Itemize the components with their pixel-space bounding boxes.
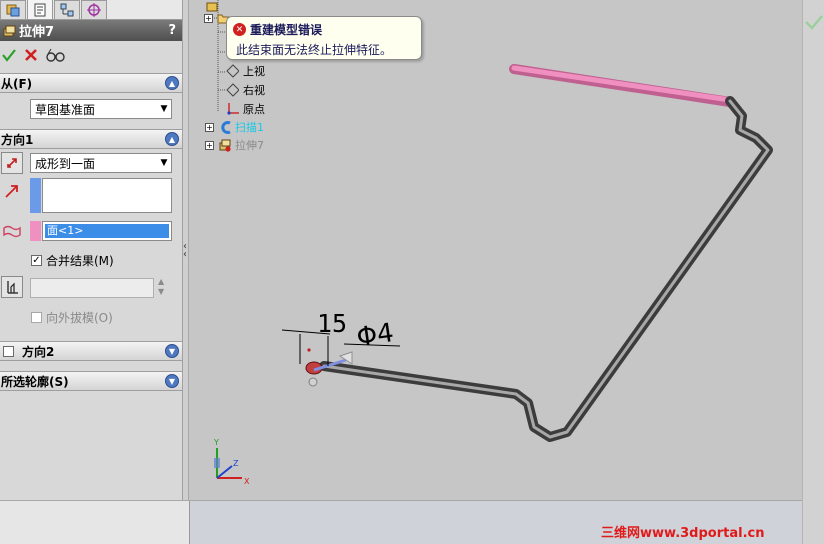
chevron-down-icon[interactable]: ▼ — [165, 344, 179, 358]
error-icon: ✕ — [233, 23, 246, 36]
triad-x-label: X — [244, 477, 250, 486]
swept-pipe[interactable] — [319, 96, 773, 442]
detailed-preview-button[interactable] — [46, 48, 66, 65]
manager-tabs — [0, 0, 182, 20]
direction-reference-list[interactable] — [42, 178, 172, 213]
section-direction2-title: 方向2 — [22, 344, 55, 359]
confirm-corner-check-icon[interactable] — [804, 14, 824, 30]
draft-icon — [7, 281, 18, 294]
chevron-up-icon[interactable]: ▲ — [165, 76, 179, 90]
chevron-up-icon[interactable]: ▲ — [165, 132, 179, 146]
draft-on-off-button[interactable] — [1, 276, 23, 298]
watermark: 三维网www.3dportal.cn — [601, 526, 765, 541]
merge-result-checkbox[interactable]: ✓ 合并结果(M) — [31, 252, 114, 269]
section-direction1-header[interactable]: 方向1 ▲ — [0, 129, 182, 149]
face-list[interactable]: 面<1> — [42, 221, 172, 241]
section-from: 草图基准面 ▼ — [0, 93, 182, 127]
drag-handle[interactable] — [308, 377, 318, 387]
ok-button[interactable] — [2, 48, 16, 65]
from-select[interactable]: 草图基准面 ▼ — [30, 99, 172, 119]
model-viewport[interactable]: 15 Φ4 Y X Z — [190, 0, 802, 500]
draft-outward-checkbox[interactable]: 向外拔模(O) — [31, 309, 113, 326]
extrude-feature-icon — [3, 25, 16, 36]
section-direction1-title: 方向1 — [1, 132, 34, 147]
merge-result-label: 合并结果(M) — [46, 254, 114, 268]
check-icon — [2, 48, 16, 62]
face-color-swatch — [30, 221, 41, 241]
tooltip-message: 此结束面无法终止拉伸特征。 — [236, 43, 393, 57]
glasses-icon — [46, 48, 65, 62]
section-from-header[interactable]: 从(F) ▲ — [0, 73, 182, 93]
chevron-down-icon: ▼ — [160, 104, 168, 114]
checkmark-icon: ✓ — [31, 255, 42, 266]
tab-feature-manager[interactable] — [0, 0, 26, 19]
section-contours-title: 所选轮廓(S) — [1, 374, 69, 389]
end-condition-select[interactable]: 成形到一面 ▼ — [30, 153, 172, 173]
triad-z-label: Z — [233, 459, 239, 468]
crosshair-icon — [87, 3, 101, 17]
property-icon — [34, 3, 46, 16]
dimension-point — [307, 348, 311, 352]
feature-title-bar: 拉伸7 ? — [0, 20, 182, 41]
tooltip-title: 重建模型错误 — [250, 23, 323, 37]
end-condition-value: 成形到一面 — [35, 156, 96, 171]
help-button[interactable]: ? — [168, 23, 176, 38]
feature-tree-icon — [6, 4, 20, 17]
direction-arrow-icon — [4, 183, 20, 202]
reverse-direction-icon — [7, 158, 17, 168]
action-bar — [0, 41, 182, 71]
spinner-icon[interactable]: ▲ ▼ — [158, 277, 164, 297]
rebuild-error-tooltip: ✕ 重建模型错误 此结束面无法终止拉伸特征。 — [226, 16, 422, 60]
triad-y-label: Y — [213, 438, 219, 447]
swept-pipe-highlight — [322, 99, 770, 439]
checkbox-icon — [31, 312, 42, 323]
chevron-down-icon[interactable]: ▼ — [165, 374, 179, 388]
cancel-button[interactable] — [24, 48, 38, 65]
coordinate-triad: Y X Z — [213, 438, 250, 486]
length-dimension[interactable]: 15 — [317, 309, 347, 338]
tab-dimxpert[interactable] — [81, 0, 107, 19]
section-contours-header[interactable]: 所选轮廓(S) ▼ — [0, 371, 182, 391]
draft-outward-label: 向外拔模(O) — [46, 311, 113, 325]
section-direction2-header[interactable]: 方向2 ▼ — [0, 341, 182, 361]
task-pane-strip — [802, 0, 824, 544]
section-direction1: 成形到一面 ▼ 面<1> ✓ 合并结果(M) ▲ ▼ 向外拔模(O) — [0, 149, 182, 339]
property-manager: 拉伸7 ? 从(F) ▲ 草图基准面 ▼ 方向1 ▲ 成形到一面 ▼ 面<1> … — [0, 0, 183, 500]
panel-splitter[interactable]: ‹ ‹ — [183, 0, 189, 500]
reverse-direction-button[interactable] — [1, 152, 23, 174]
feature-title: 拉伸7 — [19, 25, 55, 40]
direction-color-swatch — [30, 178, 41, 213]
tab-property-manager[interactable] — [27, 0, 53, 19]
diameter-dimension[interactable]: Φ4 — [355, 318, 396, 353]
face-list-item[interactable]: 面<1> — [45, 224, 169, 238]
configuration-icon — [60, 3, 74, 17]
x-icon — [25, 48, 37, 61]
chevron-down-icon: ▼ — [160, 158, 168, 168]
collapse-handle-icon[interactable]: ‹ ‹ — [183, 242, 187, 260]
status-panel — [0, 501, 190, 544]
section-from-title: 从(F) — [1, 76, 33, 91]
from-select-value: 草图基准面 — [35, 102, 96, 117]
selected-face-highlight — [511, 65, 733, 103]
graphics-area[interactable]: + 上视 右视 原点 + 扫描1 + 拉伸7 15 Φ4 Y X Z ✕ 重建模… — [190, 0, 802, 500]
tab-configuration-manager[interactable] — [54, 0, 80, 19]
direction2-checkbox[interactable] — [3, 345, 14, 357]
face-select-icon — [3, 224, 21, 241]
draft-angle-input[interactable] — [30, 278, 154, 298]
